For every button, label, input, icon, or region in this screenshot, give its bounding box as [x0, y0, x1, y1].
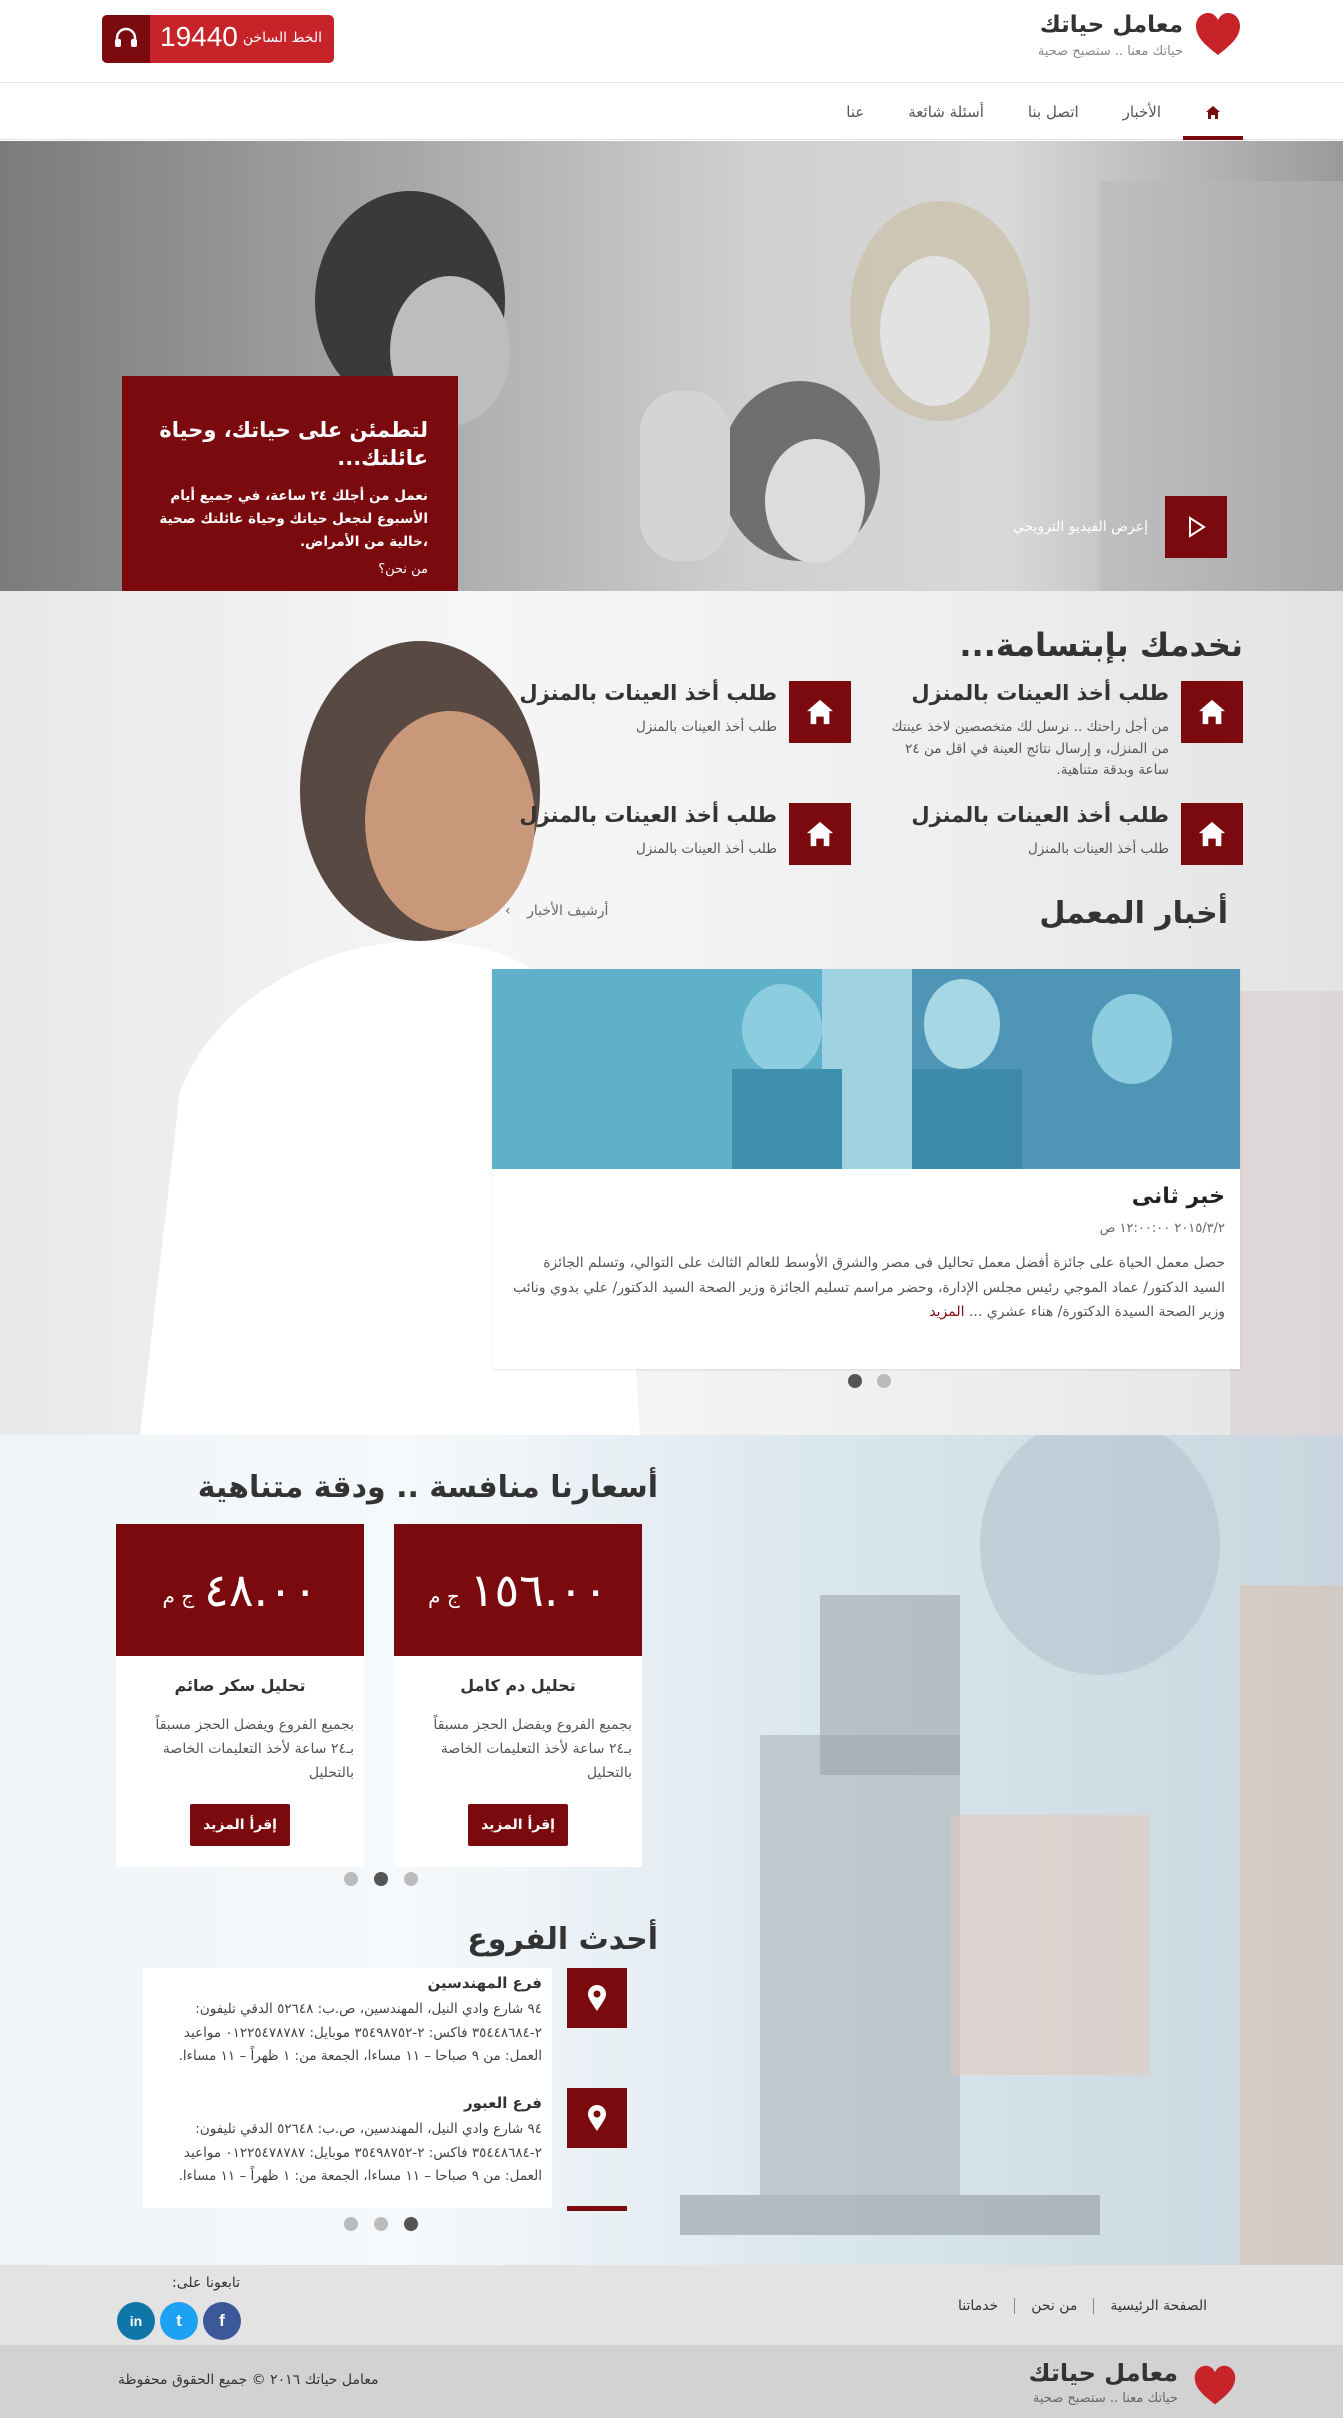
play-icon [1189, 516, 1206, 538]
linkedin-icon[interactable]: in [117, 2302, 155, 2340]
facebook-icon[interactable]: f [203, 2302, 241, 2340]
branches-slider-dot[interactable] [344, 2217, 358, 2231]
service-title: طلب أخذ العينات بالمنزل [519, 803, 777, 827]
prices-branches-section: أسعارنا منافسة .. ودقة متناهية ١٥٦.٠٠ ج … [0, 1435, 1343, 2265]
branches-title: أحدث الفروع [467, 1922, 658, 1957]
service-title: طلب أخذ العينات بالمنزل [519, 681, 777, 705]
branch-details: فرع العبور ٩٤ شارع وادي النيل، المهندسين… [143, 2088, 552, 2208]
price-value: ١٥٦.٠٠ [469, 1563, 608, 1617]
news-body-text: حصل معمل الحياة على جائزة أفضل معمل تحال… [513, 1255, 1225, 1320]
price-currency: ج م [162, 1584, 195, 1608]
footer-link-services[interactable]: خدماتنا [942, 2298, 1014, 2314]
logo-title[interactable]: معامل حياتك [1040, 12, 1183, 38]
home-icon [789, 681, 851, 743]
copyright-text: معامل حياتك ٢٠١٦ © جميع الحقوق محفوظة [118, 2372, 379, 2388]
footer-logo-title[interactable]: معامل حياتك [1028, 2359, 1178, 2387]
home-icon [1181, 803, 1243, 865]
news-date: ٢٠١٥/٣/٢ ١٢:٠٠:٠٠ ص [1099, 1221, 1225, 1236]
prices-slider-dot[interactable] [374, 1872, 388, 1886]
service-title: طلب أخذ العينات بالمنزل [911, 681, 1169, 705]
services-news-section: نخدمك بإبتسامة... طلب أخذ العينات بالمنز… [0, 591, 1343, 1435]
hotline-badge[interactable]: 19440 الخط الساخن [102, 15, 334, 63]
map-pin-icon [567, 2088, 627, 2148]
home-icon [1206, 105, 1220, 119]
logo-tagline: حياتك معنا .. ستصبح صحية [1037, 44, 1183, 59]
nav-home[interactable] [1183, 84, 1243, 140]
read-more-button[interactable]: إقرأ المزيد [190, 1804, 290, 1846]
hotline-number: 19440 [160, 21, 238, 52]
price-header: ١٥٦.٠٠ ج م [394, 1524, 642, 1656]
hotline-label: الخط الساخن [242, 30, 322, 46]
services-title: نخدمك بإبتسامة... [959, 626, 1243, 664]
news-card[interactable]: خبر ثانى ٢٠١٥/٣/٢ ١٢:٠٠:٠٠ ص حصل معمل ال… [492, 969, 1240, 1369]
nav-contact[interactable]: اتصل بنا [1006, 84, 1101, 140]
footer-link-home[interactable]: الصفحة الرئيسية [1093, 2298, 1223, 2314]
headset-icon [102, 15, 150, 63]
prices-slider-dot[interactable] [404, 1872, 418, 1886]
home-icon [789, 803, 851, 865]
branch-card[interactable]: فرع المهندسين ٩٤ شارع وادي النيل، المهند… [143, 1968, 627, 2088]
heart-logo-icon[interactable] [1193, 10, 1243, 60]
price-currency: ج م [428, 1584, 460, 1608]
service-title: طلب أخذ العينات بالمنزل [911, 803, 1169, 827]
footer-link-about[interactable]: من نحن [1014, 2298, 1093, 2314]
test-name: تحليل دم كامل [460, 1676, 576, 1695]
service-desc: من أجل راحتك .. نرسل لك متخصصين لاخذ عين… [891, 719, 1169, 779]
price-card[interactable]: ١٥٦.٠٠ ج م تحليل دم كامل بجميع الفروع وي… [394, 1524, 642, 1867]
test-desc: بجميع الفروع ويفضل الحجز مسبقاً بـ٢٤ ساع… [155, 1717, 354, 1781]
nav-faq[interactable]: أسئلة شائعة [886, 84, 1006, 140]
branch-card[interactable]: فرع العبور ٩٤ شارع وادي النيل، المهندسين… [143, 2088, 627, 2208]
hero-banner: لتطمئن على حياتك، وحياة عائلتك... نعمل م… [0, 141, 1343, 591]
test-desc: بجميع الفروع ويفضل الحجز مسبقاً بـ٢٤ ساع… [433, 1717, 632, 1781]
twitter-icon[interactable]: t [160, 2302, 198, 2340]
price-value: ٤٨.٠٠ [204, 1563, 318, 1617]
branch-address: ٩٤ شارع وادي النيل، المهندسين، ص.ب: ٥٢٦٤… [178, 2001, 542, 2065]
hero-callout: لتطمئن على حياتك، وحياة عائلتك... نعمل م… [122, 376, 458, 591]
read-more-link[interactable]: المزيد [929, 1304, 964, 1320]
news-photo [492, 969, 1240, 1169]
price-header: ٤٨.٠٠ ج م [116, 1524, 364, 1656]
service-card[interactable]: طلب أخذ العينات بالمنزل طلب أخذ العينات … [456, 681, 851, 801]
news-title: أخبار المعمل [1039, 896, 1228, 931]
nav-news[interactable]: الأخبار [1101, 84, 1183, 140]
news-headline[interactable]: خبر ثانى [1132, 1184, 1225, 1209]
price-card[interactable]: ٤٨.٠٠ ج م تحليل سكر صائم بجميع الفروع وي… [116, 1524, 364, 1867]
news-slider-dot[interactable] [877, 1374, 891, 1388]
read-more-button[interactable]: إقرأ المزيد [468, 1804, 568, 1846]
main-nav: الأخبار اتصل بنا أسئلة شائعة عنا [0, 84, 1343, 140]
nav-about[interactable]: عنا [824, 84, 886, 140]
site-header: معامل حياتك حياتك معنا .. ستصبح صحية 194… [0, 0, 1343, 83]
branches-slider-dot[interactable] [374, 2217, 388, 2231]
branch-address: ٩٤ شارع وادي النيل، المهندسين، ص.ب: ٥٢٦٤… [178, 2121, 542, 2185]
prices-slider-dot[interactable] [344, 1872, 358, 1886]
footer-logo-tagline: حياتك معنا .. ستصبح صحية [1032, 2391, 1178, 2406]
copyright-bar: معامل حياتك حياتك معنا .. ستصبح صحية معا… [0, 2345, 1343, 2418]
branch-name: فرع المهندسين [427, 1974, 542, 1992]
branch-accent-bar [567, 2206, 627, 2211]
news-slider-dot[interactable] [848, 1374, 862, 1388]
hero-text: نعمل من أجلك ٢٤ ساعة، في جميع أيام الأسب… [159, 487, 428, 550]
heart-logo-icon[interactable] [1192, 2363, 1238, 2409]
branches-slider-dot[interactable] [404, 2217, 418, 2231]
prices-title: أسعارنا منافسة .. ودقة متناهية [197, 1470, 658, 1505]
branch-name: فرع العبور [463, 2094, 542, 2112]
service-card[interactable]: طلب أخذ العينات بالمنزل من أجل راحتك .. … [848, 681, 1243, 801]
home-icon [1181, 681, 1243, 743]
footer-links-bar: الصفحة الرئيسية من نحن خدماتنا تابعونا ع… [0, 2265, 1343, 2345]
test-name: تحليل سكر صائم [174, 1676, 306, 1695]
branch-details: فرع المهندسين ٩٤ شارع وادي النيل، المهند… [143, 1968, 552, 2088]
news-archive-link[interactable]: أرشيف الأخبار › [505, 903, 608, 919]
service-desc: طلب أخذ العينات بالمنزل [1028, 841, 1169, 857]
service-desc: طلب أخذ العينات بالمنزل [636, 719, 777, 735]
video-label[interactable]: إعرض الفيديو الترويجي [1013, 519, 1148, 535]
play-video-button[interactable] [1165, 496, 1227, 558]
news-archive-label: أرشيف الأخبار [527, 903, 609, 919]
map-pin-icon [567, 1968, 627, 2028]
chevron-left-icon: › [505, 903, 511, 919]
news-body: حصل معمل الحياة على جائزة أفضل معمل تحال… [510, 1251, 1225, 1325]
hero-title: لتطمئن على حياتك، وحياة عائلتك... [159, 418, 428, 471]
follow-us-label: تابعونا على: [172, 2275, 241, 2291]
about-us-link[interactable]: من نحن؟ [142, 562, 428, 577]
service-desc: طلب أخذ العينات بالمنزل [636, 841, 777, 857]
